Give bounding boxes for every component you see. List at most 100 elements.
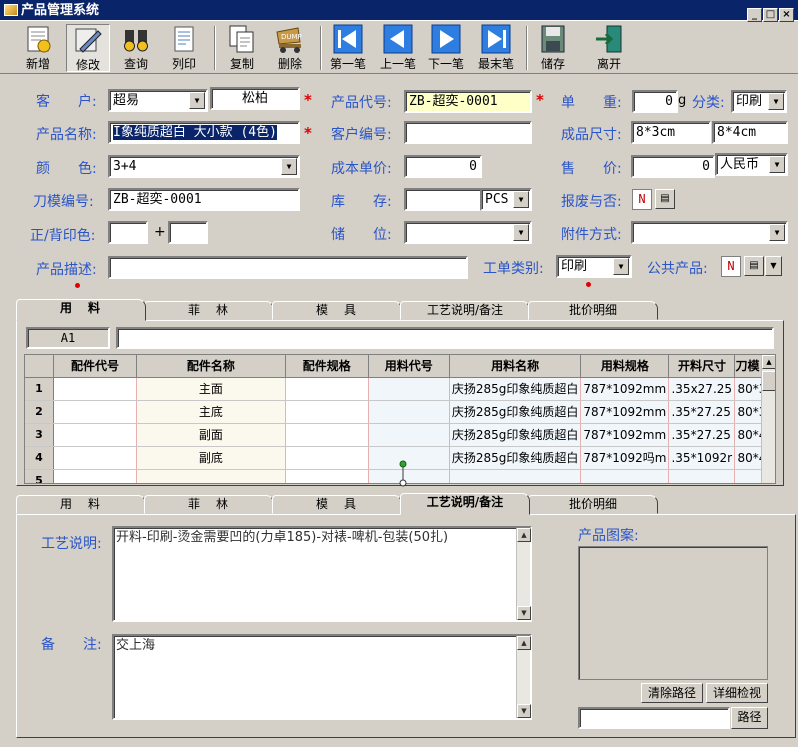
tab-process-notes[interactable]: 工艺说明/备注 <box>400 301 530 320</box>
part-spec-cell[interactable] <box>285 423 369 447</box>
part-name-cell[interactable]: 主面 <box>136 377 286 401</box>
public-product-picker-button[interactable]: ▤ <box>744 256 764 276</box>
chevron-down-icon[interactable]: ▼ <box>768 93 784 110</box>
product-code-field[interactable]: ZB-超奕-0001 <box>404 90 532 113</box>
part-code-cell[interactable] <box>53 423 137 447</box>
resize-handle[interactable] <box>396 460 410 488</box>
material-spec-cell[interactable]: 787*1092吗m <box>580 446 670 470</box>
part-code-cell[interactable] <box>53 469 137 483</box>
scrap-picker-button[interactable]: ▤ <box>655 189 675 209</box>
part-code-cell[interactable] <box>53 377 137 401</box>
part-name-cell[interactable] <box>136 469 286 483</box>
browse-path-button[interactable]: 路径 <box>731 707 768 729</box>
chevron-down-icon[interactable]: ▼ <box>189 92 205 109</box>
delete-button[interactable]: DUMP 删除 <box>268 24 312 72</box>
tab-film[interactable]: 菲 林 <box>144 301 274 320</box>
material-name-cell[interactable]: 庆扬285g印象纯质超白 <box>449 446 582 470</box>
new-button[interactable]: 新增 <box>16 24 60 72</box>
column-header[interactable]: 用料规格 <box>580 355 670 378</box>
chevron-down-icon[interactable]: ▼ <box>613 258 629 275</box>
detail-view-button[interactable]: 详细检视 <box>706 683 768 703</box>
memo-scrollbar[interactable]: ▲ ▼ <box>516 636 531 718</box>
part-code-cell[interactable] <box>53 446 137 470</box>
last-record-button[interactable]: 最末笔 <box>474 24 518 72</box>
finished-size-field-1[interactable]: 8*3cm <box>631 121 711 144</box>
tab-mold[interactable]: 模 具 <box>272 301 402 320</box>
column-header[interactable]: 用料代号 <box>368 355 450 378</box>
finished-size-field-2[interactable]: 8*4cm <box>712 121 788 144</box>
minimize-button[interactable]: _ <box>747 8 762 22</box>
row-number[interactable]: 3 <box>25 423 54 447</box>
material-spec-cell[interactable]: 787*1092mm <box>580 377 670 401</box>
material-name-cell[interactable] <box>449 469 582 483</box>
row-number[interactable]: 1 <box>25 377 54 401</box>
row-number[interactable]: 5 <box>25 469 54 483</box>
part-code-cell[interactable] <box>53 400 137 424</box>
next-record-button[interactable]: 下一笔 <box>424 24 468 72</box>
material-name-cell[interactable]: 庆扬285g印象纯质超白 <box>449 377 582 401</box>
exit-button[interactable]: 离开 <box>587 24 631 72</box>
grid-vertical-scrollbar[interactable]: ▲ <box>761 355 775 483</box>
die-no-field[interactable]: ZB-超奕-0001 <box>108 188 300 211</box>
part-spec-cell[interactable] <box>285 446 369 470</box>
cost-price-field[interactable]: 0 <box>404 155 482 178</box>
stock-unit-select[interactable]: PCS ▼ <box>480 188 532 211</box>
tab-film-bottom[interactable]: 菲 林 <box>144 495 274 514</box>
tab-materials[interactable]: 用 料 <box>16 299 146 321</box>
category-select[interactable]: 印刷 ▼ <box>731 90 787 113</box>
part-spec-cell[interactable] <box>285 400 369 424</box>
row-number[interactable]: 4 <box>25 446 54 470</box>
row-number[interactable]: 2 <box>25 400 54 424</box>
part-name-cell[interactable]: 副面 <box>136 423 286 447</box>
column-header[interactable]: 配件规格 <box>285 355 369 378</box>
prev-record-button[interactable]: 上一笔 <box>376 24 420 72</box>
tab-materials-bottom[interactable]: 用 料 <box>16 495 146 514</box>
customer-no-field[interactable] <box>404 121 532 144</box>
cut-size-cell[interactable] <box>668 469 736 483</box>
color-select[interactable]: 3+4 ▼ <box>108 155 300 178</box>
front-color-field[interactable] <box>108 221 148 244</box>
first-record-button[interactable]: 第一笔 <box>326 24 370 72</box>
material-spec-cell[interactable] <box>580 469 670 483</box>
column-header[interactable]: 配件代号 <box>53 355 137 378</box>
part-name-cell[interactable]: 主底 <box>136 400 286 424</box>
edit-button[interactable]: 修改 <box>66 24 110 72</box>
tab-mold-bottom[interactable]: 模 具 <box>272 495 402 514</box>
material-code-cell[interactable] <box>368 423 450 447</box>
chevron-down-icon[interactable]: ▼ <box>513 191 529 208</box>
customer-name-field[interactable]: 松柏 <box>210 87 300 110</box>
clear-path-button[interactable]: 清除路径 <box>641 683 703 703</box>
cell-editor[interactable] <box>116 327 774 349</box>
material-name-cell[interactable]: 庆扬285g印象纯质超白 <box>449 423 582 447</box>
print-button[interactable]: 列印 <box>162 24 206 72</box>
save-button[interactable]: 储存 <box>531 24 575 72</box>
material-name-cell[interactable]: 庆扬285g印象纯质超白 <box>449 400 582 424</box>
material-code-cell[interactable] <box>368 400 450 424</box>
image-path-field[interactable] <box>578 707 730 729</box>
tab-pricing[interactable]: 批价明细 <box>528 301 658 320</box>
table-row[interactable]: 3 副面 庆扬285g印象纯质超白 787*1092mm .35*27.25 8… <box>25 423 775 447</box>
chevron-down-icon[interactable]: ▼ <box>513 224 529 241</box>
product-name-field[interactable]: I象纯质超白 大小款 (4色) <box>108 121 300 144</box>
remark-memo[interactable]: 交上海 ▲ ▼ <box>112 634 532 720</box>
table-row[interactable]: 2 主底 庆扬285g印象纯质超白 787*1092mm .35*27.25 8… <box>25 400 775 424</box>
location-select[interactable]: ▼ <box>404 221 532 244</box>
accessory-select[interactable]: ▼ <box>631 221 788 244</box>
sale-price-field[interactable]: 0 <box>631 155 715 178</box>
product-image-box[interactable] <box>578 546 768 680</box>
cut-size-cell[interactable]: .35x27.25 <box>668 377 736 401</box>
material-code-cell[interactable] <box>368 377 450 401</box>
material-spec-cell[interactable]: 787*1092mm <box>580 423 670 447</box>
maximize-button[interactable]: □ <box>763 8 778 22</box>
cut-size-cell[interactable]: .35*27.25 <box>668 400 736 424</box>
part-spec-cell[interactable] <box>285 469 369 483</box>
part-spec-cell[interactable] <box>285 377 369 401</box>
unit-weight-field[interactable]: 0 <box>632 90 678 113</box>
memo-scrollbar[interactable]: ▲ ▼ <box>516 528 531 620</box>
currency-select[interactable]: 人民币 ▼ <box>715 153 788 176</box>
work-type-select[interactable]: 印刷 ▼ <box>556 255 632 278</box>
tab-process-notes-bottom[interactable]: 工艺说明/备注 <box>400 493 530 515</box>
stock-field[interactable] <box>404 188 482 211</box>
close-button[interactable]: × <box>779 8 794 22</box>
scroll-up-icon[interactable]: ▲ <box>517 636 531 650</box>
